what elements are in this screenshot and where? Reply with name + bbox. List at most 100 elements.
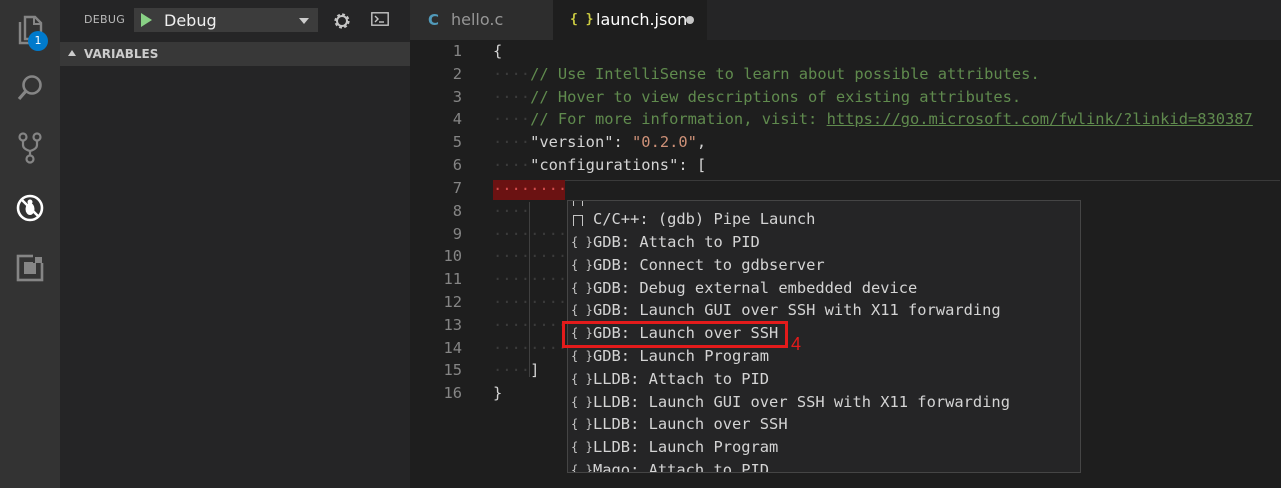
snippet-icon (573, 201, 583, 206)
explorer-badge: 1 (28, 31, 48, 51)
debug-toolbar: DEBUG Debug (60, 0, 410, 42)
json-punct: , (696, 133, 707, 151)
start-debugging-icon[interactable] (141, 13, 152, 27)
explorer-button[interactable]: 1 (0, 0, 60, 60)
debug-icon (16, 194, 44, 222)
c-file-icon: C (428, 11, 440, 29)
suggest-item[interactable]: { } GDB: Launch Program (568, 346, 1080, 369)
tab-label: hello.c (451, 10, 504, 29)
json-punct: ] (530, 361, 540, 379)
suggest-label: LLDB: Launch GUI over SSH with X11 forwa… (593, 393, 1010, 411)
suggest-item[interactable]: { } LLDB: Launch GUI over SSH with X11 f… (568, 392, 1080, 415)
line-number: 1 (452, 42, 462, 60)
line-number: 11 (443, 270, 462, 288)
current-line-border (565, 180, 1280, 181)
gear-icon[interactable] (332, 11, 352, 31)
json-braces-icon: { } (571, 417, 593, 431)
suggest-label: GDB: Launch Program (593, 347, 770, 365)
line-number: 15 (443, 361, 462, 379)
tab-hello-c[interactable]: C hello.c (410, 0, 553, 40)
code-line-12: ········ (493, 293, 568, 311)
suggest-label: LLDB: Launch Program (593, 438, 779, 456)
doc-link[interactable]: https://go.microsoft.com/fwlink/?linkid=… (827, 110, 1253, 128)
line-number: 6 (452, 156, 462, 174)
suggest-label: LLDB: Attach to PID (593, 370, 770, 388)
unsaved-dot-icon[interactable] (686, 16, 694, 24)
suggest-item[interactable]: { } Mago: Attach to PID (568, 460, 1080, 473)
line-number: 13 (443, 316, 462, 334)
json-punct: : [ (678, 156, 707, 174)
suggest-label: GDB: Launch GUI over SSH with X11 forwar… (593, 301, 1001, 319)
code-line-9: ········ (493, 225, 568, 243)
code-line-4: ····// For more information, visit: http… (493, 110, 1253, 128)
json-string: "0.2.0" (632, 133, 697, 151)
json-braces-icon: { } (571, 372, 593, 386)
tab-bar: C hello.c { } launch.json (410, 0, 1281, 40)
line-number: 9 (452, 225, 462, 243)
code-line-13: ········ (493, 316, 568, 334)
debug-config-select[interactable]: Debug (134, 8, 318, 32)
suggest-label: GDB: Attach to PID (593, 233, 760, 251)
error-whitespace: ········ (493, 180, 568, 198)
suggest-label: Mago: Attach to PID (593, 461, 770, 473)
json-braces-icon: { } (571, 258, 593, 272)
variables-section-title: VARIABLES (84, 47, 159, 61)
line-number: 10 (443, 247, 462, 265)
suggest-item[interactable]: { } LLDB: Launch Program (568, 437, 1080, 460)
annotation-step-number: 4 (791, 334, 802, 354)
config-selected-label: Debug (164, 11, 217, 30)
line-number: 3 (452, 88, 462, 106)
code-line-2: ····// Use IntelliSense to learn about p… (493, 65, 1040, 83)
json-braces-icon: { } (571, 281, 593, 295)
json-key: "version" (530, 133, 614, 151)
chevron-up-icon (68, 50, 76, 56)
line-number: 16 (443, 384, 462, 402)
suggest-item[interactable]: { } GDB: Connect to gdbserver (568, 255, 1080, 278)
tab-launch-json[interactable]: { } launch.json (553, 0, 707, 40)
json-sep: : (613, 133, 633, 151)
code-line-8: ···· (493, 202, 531, 220)
line-number: 12 (443, 293, 462, 311)
line-number: 2 (452, 65, 462, 83)
suggest-item[interactable]: C/C++: (gdb) Pipe Launch (568, 209, 1080, 232)
json-braces-icon: { } (571, 303, 593, 317)
json-braces-icon: { } (571, 440, 593, 454)
comment: // For more information, visit: (530, 110, 827, 128)
line-number: 7 (452, 179, 462, 197)
search-icon (17, 75, 42, 101)
code-line-14: ········ (493, 339, 568, 357)
extensions-icon (16, 254, 44, 282)
source-control-button[interactable] (0, 118, 60, 178)
suggest-label: GDB: Connect to gdbserver (593, 256, 825, 274)
json-key: "configurations" (530, 156, 679, 174)
line-number: 8 (452, 202, 462, 220)
debug-button[interactable] (0, 178, 60, 238)
variables-section-header[interactable]: VARIABLES (60, 42, 410, 66)
sidebar-title: DEBUG (84, 13, 126, 26)
annotation-highlight-box (562, 321, 788, 348)
suggest-item[interactable]: { } LLDB: Attach to PID (568, 369, 1080, 392)
search-button[interactable] (0, 58, 60, 118)
code-line-16: } (493, 384, 503, 402)
chevron-down-icon (299, 18, 309, 24)
comment: // Use IntelliSense to learn about possi… (530, 65, 1040, 83)
code-line-15: ····] (493, 361, 540, 379)
json-braces-icon: { } (571, 463, 593, 473)
source-control-icon (18, 132, 42, 164)
code-line-3: ····// Hover to view descriptions of exi… (493, 88, 1022, 106)
suggest-label: GDB: Debug external embedded device (593, 279, 918, 297)
line-number: 5 (452, 133, 462, 151)
code-line-1: { (493, 42, 503, 60)
suggest-item[interactable]: { } GDB: Launch GUI over SSH with X11 fo… (568, 300, 1080, 323)
suggest-item[interactable]: { } GDB: Debug external embedded device (568, 278, 1080, 301)
suggest-item[interactable]: { } GDB: Attach to PID (568, 232, 1080, 255)
snippet-icon (573, 215, 583, 226)
extensions-button[interactable] (0, 238, 60, 298)
json-braces-icon: { } (571, 235, 593, 249)
code-line-6: ····"configurations": [ (493, 156, 707, 174)
debug-console-icon[interactable] (371, 12, 389, 26)
suggest-item[interactable]: { } LLDB: Launch over SSH (568, 414, 1080, 437)
suggest-label: C/C++: (gdb) Pipe Launch (593, 210, 816, 228)
suggest-label: LLDB: Launch over SSH (593, 415, 788, 433)
code-line-10: ········ (493, 247, 568, 265)
